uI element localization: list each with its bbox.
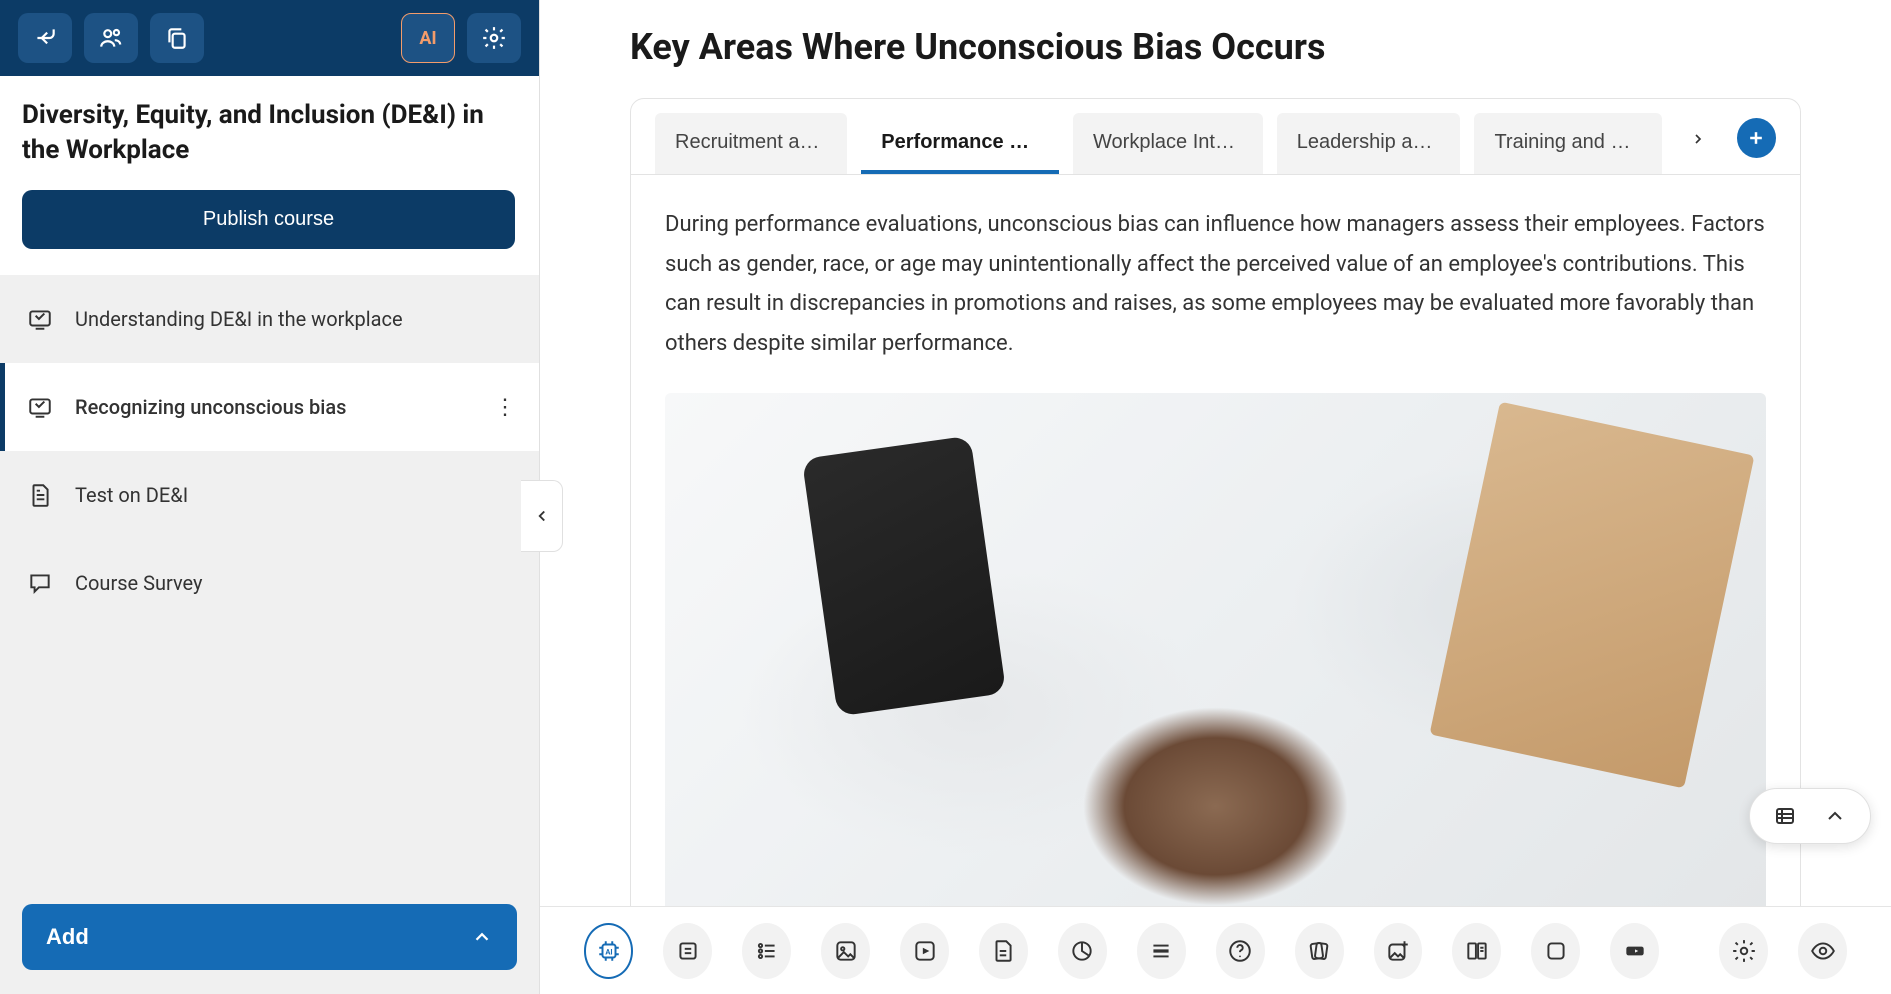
lesson-label: Understanding DE&I in the workplace — [75, 307, 517, 331]
ai-chip-icon: AI — [596, 938, 622, 964]
lesson-item-test[interactable]: Test on DE&I — [0, 451, 539, 539]
tool-ai[interactable]: AI — [584, 923, 633, 979]
document-icon — [27, 482, 53, 508]
sidebar-header: Diversity, Equity, and Inclusion (DE&I) … — [0, 76, 539, 275]
publish-button[interactable]: Publish course — [22, 190, 515, 249]
document-icon — [990, 938, 1016, 964]
list-icon — [754, 938, 780, 964]
tool-video[interactable] — [900, 923, 949, 979]
tool-list[interactable] — [742, 923, 791, 979]
gear-icon — [1731, 938, 1757, 964]
add-button[interactable]: Add — [22, 904, 517, 970]
body-text[interactable]: During performance evaluations, unconsci… — [665, 205, 1766, 363]
help-icon — [1227, 938, 1253, 964]
lesson-item-recognizing[interactable]: Recognizing unconscious bias ⋮ — [0, 363, 539, 451]
section-title: Key Areas Where Unconscious Bias Occurs — [630, 26, 1801, 68]
lesson-label: Test on DE&I — [75, 483, 517, 507]
tabs-header: Recruitment an… Performance E… Workplace… — [631, 99, 1800, 175]
tool-image[interactable] — [821, 923, 870, 979]
eye-icon — [1810, 938, 1836, 964]
cards-icon — [1306, 938, 1332, 964]
sidebar: AI Diversity, Equity, and Inclusion (DE&… — [0, 0, 540, 994]
text-icon — [675, 938, 701, 964]
sidebar-top-bar: AI — [0, 0, 539, 76]
tool-settings[interactable] — [1719, 923, 1768, 979]
tab-training[interactable]: Training and D… — [1474, 113, 1661, 174]
lesson-label: Course Survey — [75, 571, 517, 595]
chevron-up-icon — [471, 926, 493, 948]
outline-list-button[interactable] — [1760, 792, 1810, 840]
tabs-card: Recruitment an… Performance E… Workplace… — [630, 98, 1801, 906]
tabs-body: During performance evaluations, unconsci… — [631, 175, 1800, 906]
settings-button[interactable] — [467, 13, 521, 63]
lesson-item-survey[interactable]: Course Survey — [0, 539, 539, 627]
tool-container[interactable] — [1531, 923, 1580, 979]
image-icon — [833, 938, 859, 964]
content-area: Key Areas Where Unconscious Bias Occurs … — [540, 0, 1891, 906]
users-button[interactable] — [84, 13, 138, 63]
video-icon — [912, 938, 938, 964]
main: Key Areas Where Unconscious Bias Occurs … — [540, 0, 1891, 994]
chevron-right-icon — [1690, 131, 1706, 147]
ai-button[interactable]: AI — [401, 13, 455, 63]
image-plus-icon — [1385, 938, 1411, 964]
tool-preview[interactable] — [1798, 923, 1847, 979]
divider-icon — [1148, 938, 1174, 964]
chevron-left-icon — [533, 507, 551, 525]
slides-icon — [27, 306, 53, 332]
add-tab-button[interactable] — [1737, 118, 1776, 158]
tool-cards[interactable] — [1295, 923, 1344, 979]
container-icon — [1543, 938, 1569, 964]
chart-icon — [1069, 938, 1095, 964]
lesson-list: Understanding DE&I in the workplace Reco… — [0, 275, 539, 884]
tab-recruitment[interactable]: Recruitment an… — [655, 113, 847, 174]
floating-outline-chip — [1749, 788, 1871, 844]
bottom-toolbar: AI — [540, 906, 1891, 994]
tool-button[interactable] — [1610, 923, 1659, 979]
chevron-up-icon — [1823, 804, 1847, 828]
tool-image-plus[interactable] — [1374, 923, 1423, 979]
course-title: Diversity, Equity, and Inclusion (DE&I) … — [22, 98, 517, 168]
add-button-label: Add — [46, 924, 89, 950]
list-grid-icon — [1773, 804, 1797, 828]
collapse-sidebar-button[interactable] — [521, 480, 563, 552]
back-button[interactable] — [18, 13, 72, 63]
slides-icon — [27, 394, 53, 420]
tool-columns[interactable] — [1452, 923, 1501, 979]
tool-text[interactable] — [663, 923, 712, 979]
lesson-item-understanding[interactable]: Understanding DE&I in the workplace — [0, 275, 539, 363]
plus-icon — [1746, 128, 1766, 148]
columns-icon — [1464, 938, 1490, 964]
sidebar-footer: Add — [0, 884, 539, 994]
tabs-scroll-right[interactable] — [1680, 120, 1717, 158]
copy-button[interactable] — [150, 13, 204, 63]
button-icon — [1622, 938, 1648, 964]
tool-document[interactable] — [979, 923, 1028, 979]
chat-icon — [27, 570, 53, 596]
tool-chart[interactable] — [1058, 923, 1107, 979]
tool-divider[interactable] — [1137, 923, 1186, 979]
lesson-more-icon[interactable]: ⋮ — [493, 395, 517, 420]
tab-workplace[interactable]: Workplace Inte… — [1073, 113, 1263, 174]
tab-performance[interactable]: Performance E… — [861, 113, 1059, 174]
tool-help[interactable] — [1216, 923, 1265, 979]
content-image[interactable] — [665, 393, 1766, 906]
svg-text:AI: AI — [605, 947, 612, 956]
outline-collapse-button[interactable] — [1810, 792, 1860, 840]
tab-leadership[interactable]: Leadership an… — [1277, 113, 1461, 174]
lesson-label: Recognizing unconscious bias — [75, 395, 471, 419]
